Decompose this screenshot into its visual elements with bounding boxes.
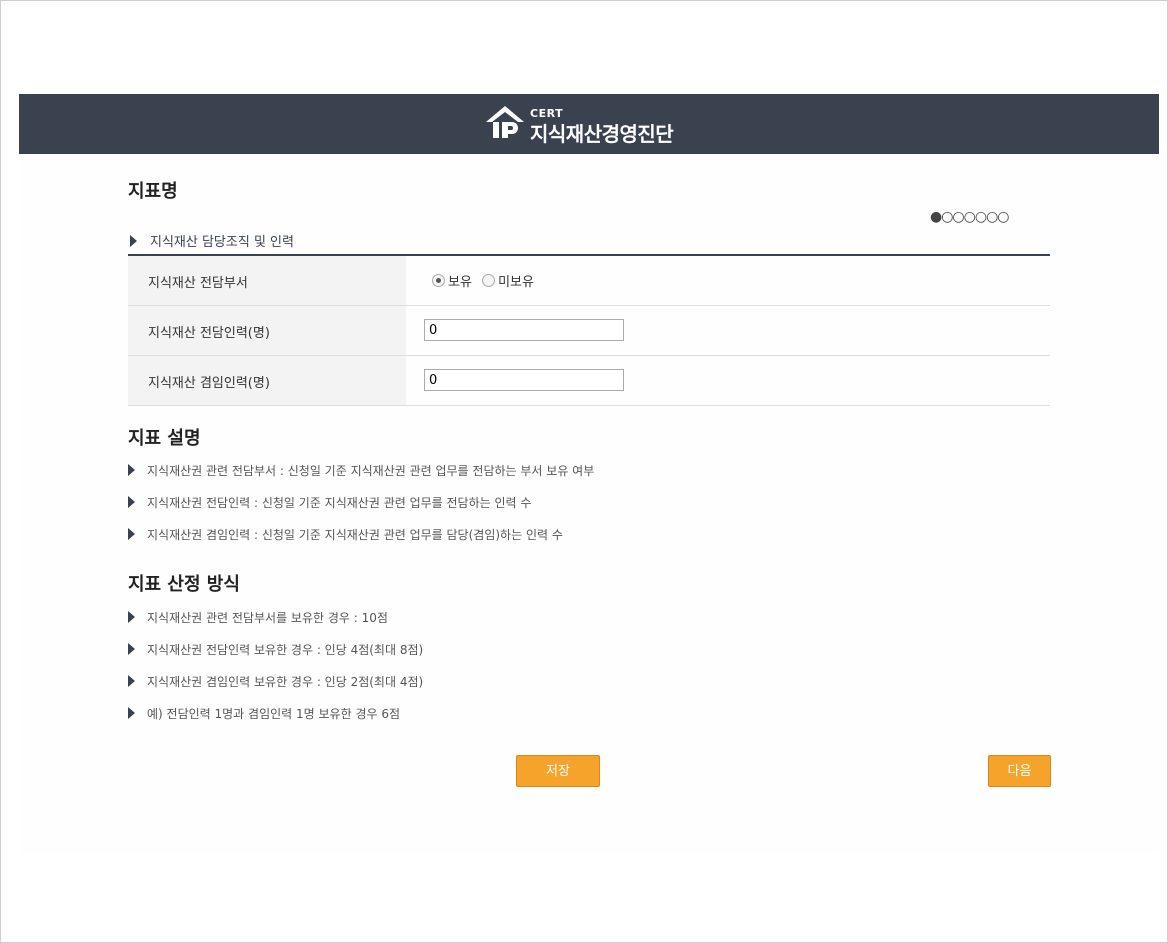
chevron-right-icon bbox=[128, 464, 135, 476]
radio-not-owned-icon[interactable] bbox=[482, 274, 496, 287]
section-label: 지식재산 담당조직 및 인력 bbox=[150, 235, 294, 250]
indicator-title: 지표명 bbox=[128, 181, 178, 202]
form-row-dept: 지식재산 전담부서 보유 미보유 bbox=[128, 256, 1050, 306]
chevron-right-icon bbox=[130, 235, 137, 247]
chevron-right-icon bbox=[128, 611, 135, 623]
method-item: 예) 전담인력 1명과 겸임인력 1명 보유한 경우 6점 bbox=[128, 705, 400, 722]
logo-brand-name: 지식재산경영진단 bbox=[530, 122, 674, 146]
concurrent-staff-label: 지식재산 겸임인력(명) bbox=[148, 376, 270, 391]
chevron-right-icon bbox=[128, 643, 135, 655]
radio-owned[interactable]: 보유 bbox=[432, 271, 472, 290]
chevron-right-icon bbox=[128, 707, 135, 719]
description-item: 지식재산권 겸임인력 : 신청일 기준 지식재산권 관련 업무를 담당(겸임)하… bbox=[128, 526, 563, 543]
method-item: 지식재산권 전담인력 보유한 경우 : 인당 4점(최대 8점) bbox=[128, 641, 423, 658]
dedicated-staff-input[interactable] bbox=[424, 319, 624, 341]
next-button[interactable]: 다음 bbox=[988, 755, 1051, 787]
concurrent-staff-input[interactable] bbox=[424, 369, 624, 391]
radio-owned-icon[interactable] bbox=[432, 274, 445, 287]
dedicated-staff-label: 지식재산 전담인력(명) bbox=[148, 326, 270, 341]
description-item: 지식재산권 전담인력 : 신청일 기준 지식재산권 관련 업무를 전담하는 인력… bbox=[128, 494, 531, 511]
method-item: 지식재산권 관련 전담부서를 보유한 경우 : 10점 bbox=[128, 609, 388, 626]
method-title: 지표 산정 방식 bbox=[128, 574, 240, 595]
dept-label: 지식재산 전담부서 bbox=[148, 276, 248, 291]
dept-radio-group: 보유 미보유 bbox=[432, 271, 540, 290]
radio-not-owned[interactable]: 미보유 bbox=[482, 271, 534, 290]
chevron-right-icon bbox=[128, 675, 135, 687]
method-item: 지식재산권 겸임인력 보유한 경우 : 인당 2점(최대 4점) bbox=[128, 673, 423, 690]
chevron-right-icon bbox=[128, 496, 135, 508]
save-button[interactable]: 저장 bbox=[516, 755, 600, 787]
chevron-right-icon bbox=[128, 528, 135, 540]
step-progress-dots: ●○○○○○○ bbox=[930, 209, 1010, 225]
site-logo[interactable]: CERT 지식재산경영진단 bbox=[484, 100, 724, 150]
form-row-dedicated-staff: 지식재산 전담인력(명) bbox=[128, 306, 1050, 356]
form-row-concurrent-staff: 지식재산 겸임인력(명) bbox=[128, 356, 1050, 406]
ip-logo-icon bbox=[486, 106, 524, 138]
description-item: 지식재산권 관련 전담부서 : 신청일 기준 지식재산권 관련 업무를 전담하는… bbox=[128, 462, 594, 479]
section-header: 지식재산 담당조직 및 인력 bbox=[128, 229, 1050, 256]
description-title: 지표 설명 bbox=[128, 428, 201, 449]
